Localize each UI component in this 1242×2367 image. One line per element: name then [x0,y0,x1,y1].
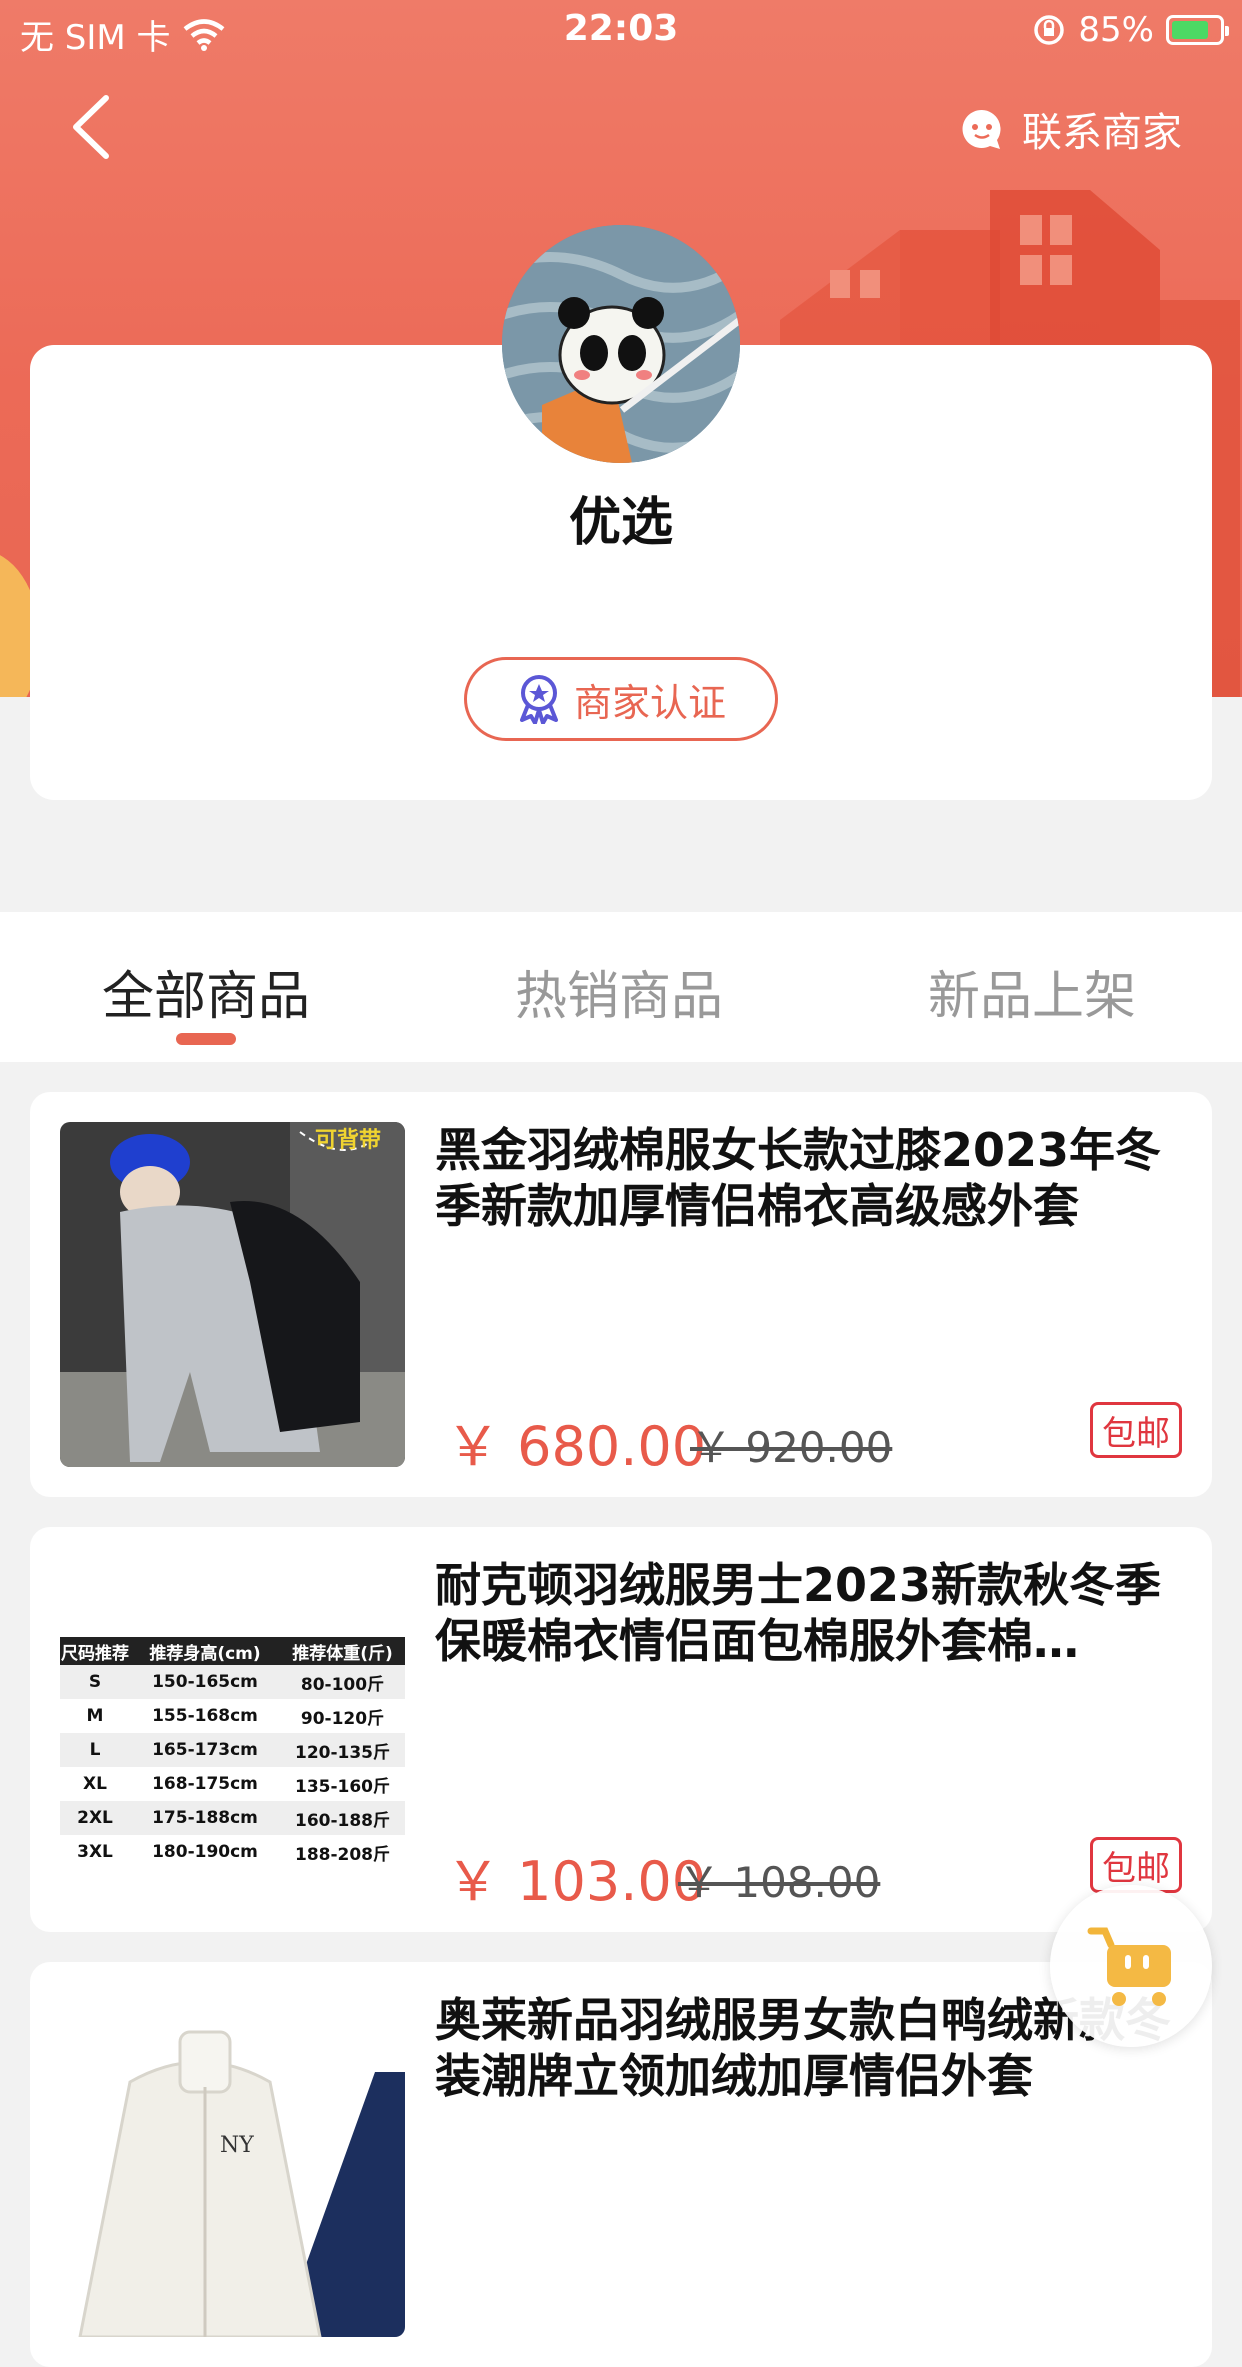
certification-label: 商家认证 [573,680,726,725]
contact-merchant-label: 联系商家 [1022,110,1182,156]
size-chart-row: M 155-168cm 90-120斤 [60,1699,405,1733]
cart-icon [1087,1927,1171,2006]
tab-all-products[interactable]: 全部商品 [56,954,356,1029]
size-cell: 168-175cm [152,1774,258,1794]
product-price: ￥ 103.00 [446,1850,707,1913]
size-cell: 160-188斤 [294,1810,391,1831]
size-chart-header: 尺码推荐 推荐身高(cm) 推荐体重(斤) [60,1637,405,1665]
size-cell: S [88,1672,102,1692]
size-cell: XL [83,1774,107,1794]
size-cell: 180-190cm [152,1842,258,1862]
shop-avatar[interactable] [502,225,740,463]
size-chart-row: S 150-165cm 80-100斤 [60,1665,405,1699]
product-original-price: ￥ 108.00 [678,1858,881,1907]
cart-button[interactable] [1050,1885,1212,2047]
product-image: 尺码推荐 推荐身高(cm) 推荐体重(斤) S 150-165cm 80-100… [60,1557,405,1902]
badge-icon [519,675,558,724]
product-photo-coat [60,1122,405,1467]
size-cell: 3XL [77,1842,113,1862]
rotation-lock-icon [1034,15,1065,45]
product-title: 耐克顿羽绒服男士2023新款秋冬季保暖棉衣情侣面包棉服外套棉… [435,1558,1162,1668]
size-cell: 135-160斤 [294,1776,391,1797]
tab-hot-products[interactable]: 热销商品 [469,954,769,1029]
product-original-price: ￥ 920.00 [690,1423,893,1472]
size-cell: 150-165cm [152,1672,258,1692]
size-cell: 155-168cm [152,1706,258,1726]
product-card[interactable]: NY 奥莱新品羽绒服男女款白鸭绒新款冬装潮牌立领加绒加厚情侣外套 [30,1962,1212,2367]
back-button[interactable] [60,92,130,162]
tab-new-arrivals[interactable]: 新品上架 [882,954,1182,1029]
product-price: ￥ 680.00 [446,1415,707,1478]
chat-icon [962,109,1001,149]
size-chart-row: XL 168-175cm 135-160斤 [60,1767,405,1801]
size-cell: 80-100斤 [300,1674,385,1695]
logo-mark: NY [220,2133,254,2158]
size-cell: M [86,1706,104,1726]
size-header-cell: 推荐体重(斤) [292,1643,393,1664]
product-card[interactable]: 尺码推荐 推荐身高(cm) 推荐体重(斤) S 150-165cm 80-100… [30,1527,1212,1932]
product-image: 可背带 [60,1122,405,1467]
active-tab-indicator [176,1033,236,1045]
size-cell: 165-173cm [152,1740,258,1760]
free-shipping-badge: 包邮 [1090,1402,1182,1458]
product-photo-white-jacket: NY [60,1992,405,2337]
product-card[interactable]: 可背带 黑金羽绒棉服女长款过膝2023年冬季新款加厚情侣棉衣高级感外套 ￥ 68… [30,1092,1212,1497]
size-cell: L [89,1740,101,1760]
merchant-certification-button[interactable]: 商家认证 [464,657,778,741]
battery-icon [1166,15,1229,45]
size-cell: 188-208斤 [294,1844,391,1865]
size-chart-row: L 165-173cm 120-135斤 [60,1733,405,1767]
product-title: 黑金羽绒棉服女长款过膝2023年冬季新款加厚情侣棉衣高级感外套 [435,1123,1162,1233]
size-cell: 2XL [77,1808,113,1828]
size-header-cell: 尺码推荐 [61,1643,129,1664]
chevron-left-icon [73,95,109,159]
contact-merchant-button[interactable]: 联系商家 [960,100,1182,158]
panda-avatar-image [502,225,740,463]
size-chart: 尺码推荐 推荐身高(cm) 推荐体重(斤) S 150-165cm 80-100… [60,1637,405,1869]
size-cell: 120-135斤 [294,1742,391,1763]
battery-group: 85% [1032,10,1229,50]
size-cell: 175-188cm [152,1808,258,1828]
size-cell: 90-120斤 [300,1708,385,1729]
status-bar: 无 SIM 卡 22:03 85% [0,0,1242,62]
product-image: NY [60,1992,405,2337]
size-chart-row: 3XL 180-190cm 188-208斤 [60,1835,405,1869]
battery-percent: 85% [1078,10,1154,50]
image-overlay-text: 可背带 [315,1128,382,1153]
size-header-cell: 推荐身高(cm) [149,1643,261,1664]
shop-name: 优选 [568,493,673,553]
product-tabs: 全部商品 热销商品 新品上架 [0,912,1242,1062]
size-chart-row: 2XL 175-188cm 160-188斤 [60,1801,405,1835]
